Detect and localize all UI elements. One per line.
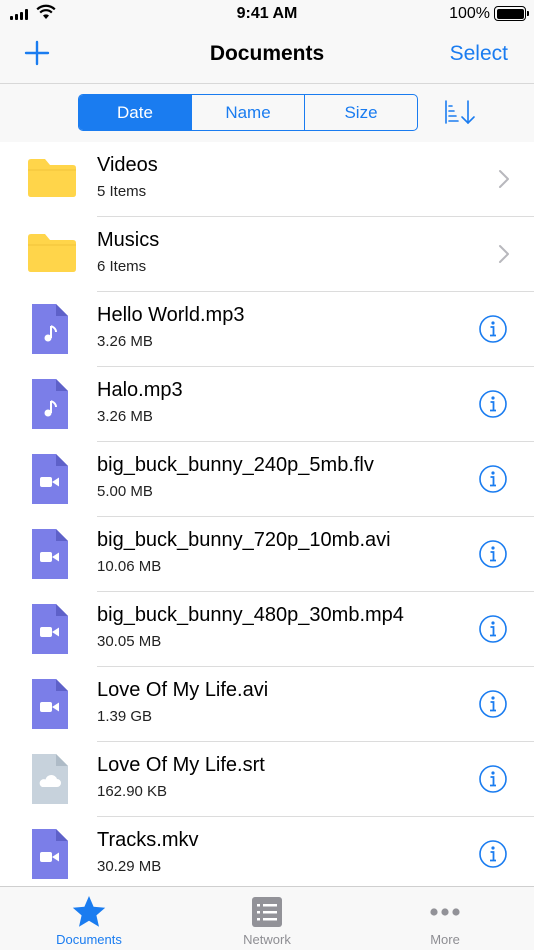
- status-bar: 9:41 AM 100%: [0, 0, 534, 28]
- list-item[interactable]: big_buck_bunny_480p_30mb.mp4 30.05 MB: [0, 592, 534, 667]
- file-name: Musics: [97, 229, 160, 251]
- file-meta: 3.26 MB: [97, 408, 153, 425]
- list-item[interactable]: Videos 5 Items: [0, 142, 534, 217]
- subtitle-file-icon: [32, 754, 68, 804]
- navigation-bar: Documents Select: [0, 28, 534, 84]
- file-name: Love Of My Life.avi: [97, 679, 269, 701]
- list-item[interactable]: Tracks.mkv 30.29 MB: [0, 817, 534, 892]
- file-meta: 30.05 MB: [97, 633, 162, 650]
- chevron-right-icon: [499, 245, 509, 263]
- file-name: big_buck_bunny_720p_10mb.avi: [97, 529, 391, 551]
- tab-label: More: [430, 932, 460, 947]
- file-name: Videos: [97, 154, 158, 176]
- sort-by-name-segment[interactable]: Name: [191, 95, 304, 130]
- list-item[interactable]: big_buck_bunny_720p_10mb.avi 10.06 MB: [0, 517, 534, 592]
- sort-descending-icon[interactable]: [444, 98, 476, 126]
- file-meta: 3.26 MB: [97, 333, 153, 350]
- star-icon: [72, 896, 106, 927]
- file-meta: 162.90 KB: [97, 783, 168, 800]
- info-icon[interactable]: [478, 689, 508, 719]
- list-item[interactable]: Hello World.mp3 3.26 MB: [0, 292, 534, 367]
- list-item[interactable]: Love Of My Life.avi 1.39 GB: [0, 667, 534, 742]
- file-name: Love Of My Life.srt: [97, 754, 265, 776]
- list-item[interactable]: big_buck_bunny_240p_5mb.flv 5.00 MB: [0, 442, 534, 517]
- video-file-icon: [32, 529, 68, 579]
- file-meta: 1.39 GB: [97, 708, 153, 725]
- battery-percentage: 100%: [449, 5, 490, 22]
- list-icon: [252, 897, 282, 927]
- info-icon[interactable]: [478, 764, 508, 794]
- file-meta: 10.06 MB: [97, 558, 162, 575]
- list-item[interactable]: Love Of My Life.srt 162.90 KB: [0, 742, 534, 817]
- file-meta: 30.29 MB: [97, 858, 162, 875]
- folder-icon: [28, 234, 76, 272]
- tab-documents[interactable]: Documents: [0, 887, 178, 950]
- chevron-right-icon: [499, 170, 509, 188]
- list-item[interactable]: Halo.mp3 3.26 MB: [0, 367, 534, 442]
- file-name: big_buck_bunny_480p_30mb.mp4: [97, 604, 404, 626]
- file-name: Tracks.mkv: [97, 829, 199, 851]
- file-meta: 5 Items: [97, 183, 147, 200]
- file-meta: 6 Items: [97, 258, 147, 275]
- folder-icon: [28, 159, 76, 197]
- video-file-icon: [32, 454, 68, 504]
- video-file-icon: [32, 679, 68, 729]
- audio-file-icon: [32, 304, 68, 354]
- select-button[interactable]: Select: [450, 42, 508, 66]
- sort-by-date-segment[interactable]: Date: [79, 95, 191, 130]
- info-icon[interactable]: [478, 614, 508, 644]
- video-file-icon: [32, 604, 68, 654]
- sort-by-size-segment[interactable]: Size: [304, 95, 417, 130]
- info-icon[interactable]: [478, 839, 508, 869]
- info-icon[interactable]: [478, 314, 508, 344]
- file-meta: 5.00 MB: [97, 483, 153, 500]
- info-icon[interactable]: [478, 464, 508, 494]
- tab-more[interactable]: More: [356, 887, 534, 950]
- info-icon[interactable]: [478, 389, 508, 419]
- tab-label: Documents: [56, 932, 122, 947]
- audio-file-icon: [32, 379, 68, 429]
- battery-icon: [494, 6, 529, 21]
- video-file-icon: [32, 829, 68, 879]
- more-icon: [430, 908, 460, 916]
- file-name: big_buck_bunny_240p_5mb.flv: [97, 454, 374, 476]
- file-list: Videos 5 Items Musics 6 Items Hello Worl…: [0, 142, 534, 892]
- list-item[interactable]: Musics 6 Items: [0, 217, 534, 292]
- sort-segmented-control: Date Name Size: [78, 94, 418, 131]
- file-name: Hello World.mp3: [97, 304, 245, 326]
- tab-network[interactable]: Network: [178, 887, 356, 950]
- tab-label: Network: [243, 932, 291, 947]
- tab-bar: Documents Network More: [0, 886, 534, 950]
- info-icon[interactable]: [478, 539, 508, 569]
- file-name: Halo.mp3: [97, 379, 183, 401]
- sort-controls: Date Name Size: [0, 84, 534, 142]
